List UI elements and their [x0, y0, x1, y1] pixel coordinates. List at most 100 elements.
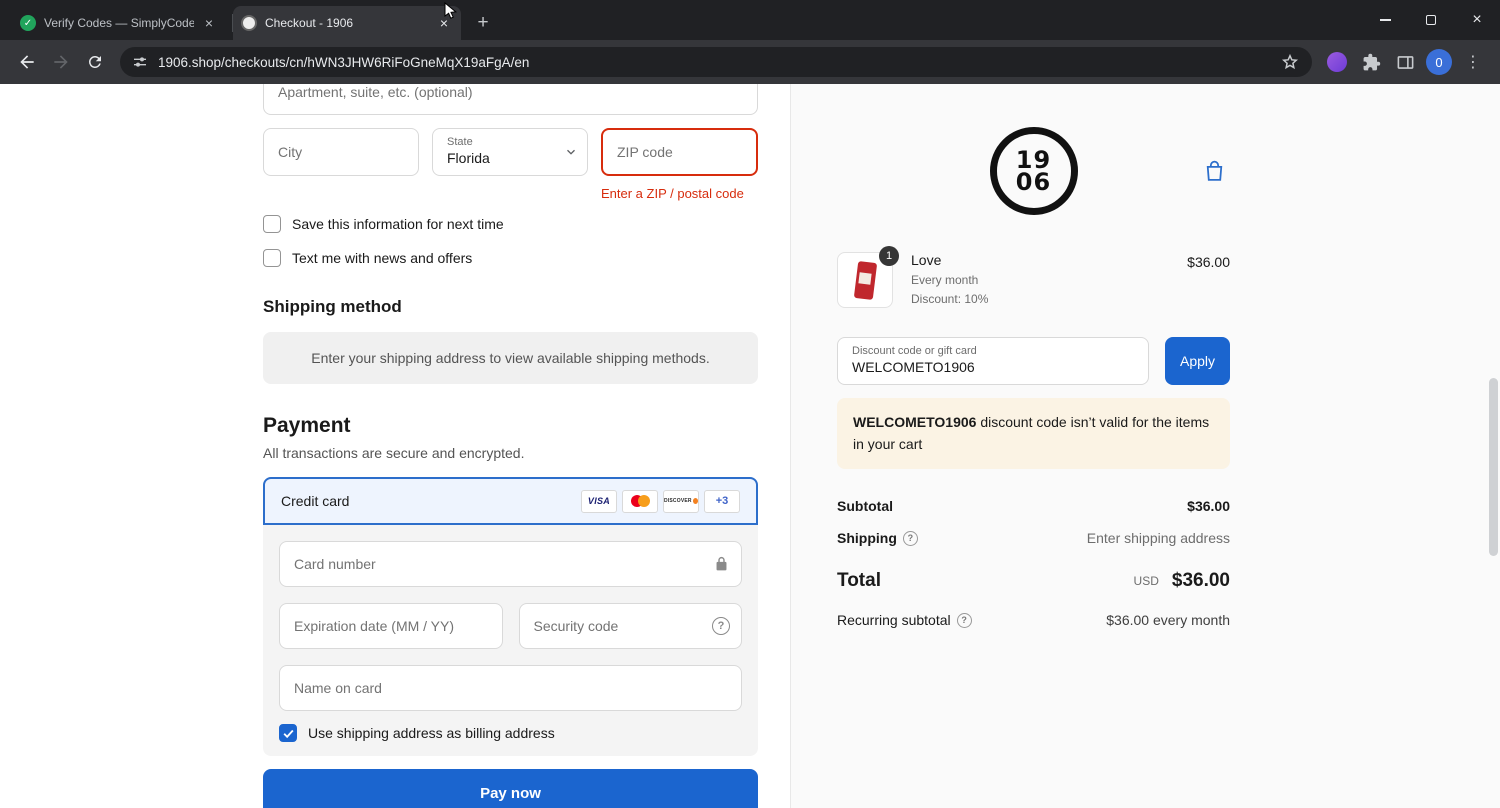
item-info: Love Every month Discount: 10%	[911, 252, 988, 306]
discount-code-input[interactable]: Discount code or gift card WELCOMETO1906	[837, 337, 1149, 385]
credit-card-option[interactable]: Credit card VISA DISCOVER +3	[263, 477, 758, 525]
checkout-form-column: State Florida Enter a ZIP / postal code …	[0, 84, 790, 808]
bookmark-star-icon[interactable]	[1280, 52, 1300, 72]
credit-card-label: Credit card	[281, 493, 350, 509]
apply-button[interactable]: Apply	[1165, 337, 1230, 385]
browser-toolbar: 1906.shop/checkouts/cn/hWN3JHW6RiFoGneMq…	[0, 40, 1500, 84]
payment-subheading: All transactions are secure and encrypte…	[263, 445, 525, 461]
new-tab-button[interactable]: +	[469, 9, 497, 37]
save-info-label: Save this information for next time	[292, 216, 504, 232]
item-title: Love	[911, 252, 942, 268]
item-frequency: Every month	[911, 273, 979, 287]
credit-card-form: ? Use shipping address as billing addres…	[263, 525, 758, 756]
url-text[interactable]: 1906.shop/checkouts/cn/hWN3JHW6RiFoGneMq…	[158, 55, 1280, 70]
order-summary-column: 19 06 1 Love Every month Discount: 10% $…	[790, 84, 1500, 808]
page-content: State Florida Enter a ZIP / postal code …	[0, 84, 1500, 808]
quantity-badge: 1	[879, 246, 899, 266]
card-brand-icons: VISA DISCOVER +3	[581, 489, 740, 513]
reload-button[interactable]	[80, 47, 110, 77]
tab-title: Verify Codes — SimplyCodes	[44, 16, 194, 30]
state-select[interactable]: State Florida	[432, 128, 588, 176]
item-price: $36.00	[1187, 254, 1230, 270]
billing-address-checkbox[interactable]	[279, 724, 297, 742]
lock-icon	[713, 556, 730, 573]
expiration-date-input[interactable]	[279, 603, 503, 649]
tab-checkout-1906[interactable]: Checkout - 1906 ×	[233, 6, 461, 40]
zip-input[interactable]	[601, 128, 758, 176]
shipping-method-notice: Enter your shipping address to view avai…	[263, 332, 758, 384]
more-cards-badge: +3	[704, 489, 740, 513]
recurring-subtotal-row: Recurring subtotal ? $36.00 every month	[837, 612, 1230, 628]
zip-error-message: Enter a ZIP / postal code	[601, 186, 744, 201]
close-window-button[interactable]: ×	[1454, 0, 1500, 40]
simplycodes-favicon-icon: ✓	[20, 15, 36, 31]
total-currency: USD	[1133, 574, 1159, 589]
name-on-card-input[interactable]	[279, 665, 742, 711]
pay-now-button[interactable]: Pay now	[263, 769, 758, 808]
chevron-down-icon	[564, 145, 578, 159]
reload-icon	[88, 55, 101, 68]
shop-1906-logo: 19 06	[989, 127, 1078, 215]
profile-button[interactable]: 0	[1424, 47, 1454, 77]
side-panel-icon	[1397, 55, 1413, 69]
shop-header: 19 06	[837, 127, 1230, 215]
scrollbar-thumb[interactable]	[1489, 378, 1498, 556]
window-controls: ×	[1362, 0, 1500, 40]
extension-simplycodes-button[interactable]	[1322, 47, 1352, 77]
site-controls-icon[interactable]	[132, 54, 148, 70]
cart-bag-icon[interactable]	[1202, 159, 1227, 184]
save-info-checkbox[interactable]	[263, 215, 281, 233]
payment-heading: Payment	[263, 414, 351, 437]
maximize-icon	[1426, 15, 1436, 25]
news-checkbox-row: Text me with news and offers	[263, 249, 758, 267]
city-input[interactable]	[263, 128, 419, 176]
profile-avatar: 0	[1426, 49, 1452, 75]
back-button[interactable]	[12, 47, 42, 77]
shipping-value: Enter shipping address	[1086, 530, 1230, 547]
minimize-button[interactable]	[1362, 0, 1408, 40]
item-discount: Discount: 10%	[911, 292, 989, 306]
tab-close-icon[interactable]: ×	[435, 14, 453, 32]
puzzle-icon	[1363, 53, 1380, 70]
billing-address-checkbox-row: Use shipping address as billing address	[279, 724, 742, 742]
discount-code-row: Discount code or gift card WELCOMETO1906…	[837, 337, 1230, 385]
product-image: 1	[837, 246, 899, 308]
maximize-button[interactable]	[1408, 0, 1454, 40]
shipping-label: Shipping	[837, 530, 897, 547]
news-offers-label: Text me with news and offers	[292, 250, 473, 266]
minimize-icon	[1379, 19, 1391, 21]
tab-close-icon[interactable]: ×	[200, 14, 218, 32]
recurring-value: $36.00 every month	[1106, 612, 1230, 629]
subtotal-label: Subtotal	[837, 498, 893, 515]
tab-title: Checkout - 1906	[265, 16, 354, 30]
discover-icon: DISCOVER	[663, 489, 699, 513]
recurring-label: Recurring subtotal	[837, 612, 951, 629]
total-label: Total	[837, 570, 881, 592]
shipping-method-heading: Shipping method	[263, 297, 402, 316]
news-offers-checkbox[interactable]	[263, 249, 281, 267]
subtotal-value: $36.00	[1187, 498, 1230, 515]
security-code-input[interactable]	[518, 603, 742, 649]
save-info-checkbox-row: Save this information for next time	[263, 215, 758, 233]
security-code-help-icon[interactable]: ?	[712, 617, 730, 635]
card-number-wrap	[279, 541, 742, 587]
shipping-info-icon[interactable]: ?	[902, 530, 918, 546]
browser-menu-button[interactable]: ⋮	[1458, 47, 1488, 77]
discount-code-value: WELCOMETO1906	[852, 359, 975, 375]
extensions-button[interactable]	[1356, 47, 1386, 77]
forward-button[interactable]	[46, 47, 76, 77]
name-on-card-wrap	[279, 665, 742, 711]
cart-line-item: 1 Love Every month Discount: 10% $36.00	[837, 246, 1230, 308]
subtotal-row: Subtotal $36.00	[837, 498, 1230, 514]
address-bar[interactable]: 1906.shop/checkouts/cn/hWN3JHW6RiFoGneMq…	[120, 47, 1312, 77]
tab-simplycodes[interactable]: ✓ Verify Codes — SimplyCodes ×	[12, 6, 226, 40]
card-number-input[interactable]	[279, 541, 742, 587]
side-panel-button[interactable]	[1390, 47, 1420, 77]
discount-warning-banner: WELCOMETO1906 discount code isn’t valid …	[837, 398, 1230, 470]
recurring-info-icon[interactable]: ?	[956, 612, 972, 628]
warning-code: WELCOMETO1906	[853, 414, 977, 430]
total-row: Total USD $36.00	[837, 570, 1230, 592]
state-select-value: Florida	[447, 150, 490, 166]
shop-1906-favicon-icon	[241, 15, 257, 31]
apartment-input[interactable]	[263, 84, 758, 115]
